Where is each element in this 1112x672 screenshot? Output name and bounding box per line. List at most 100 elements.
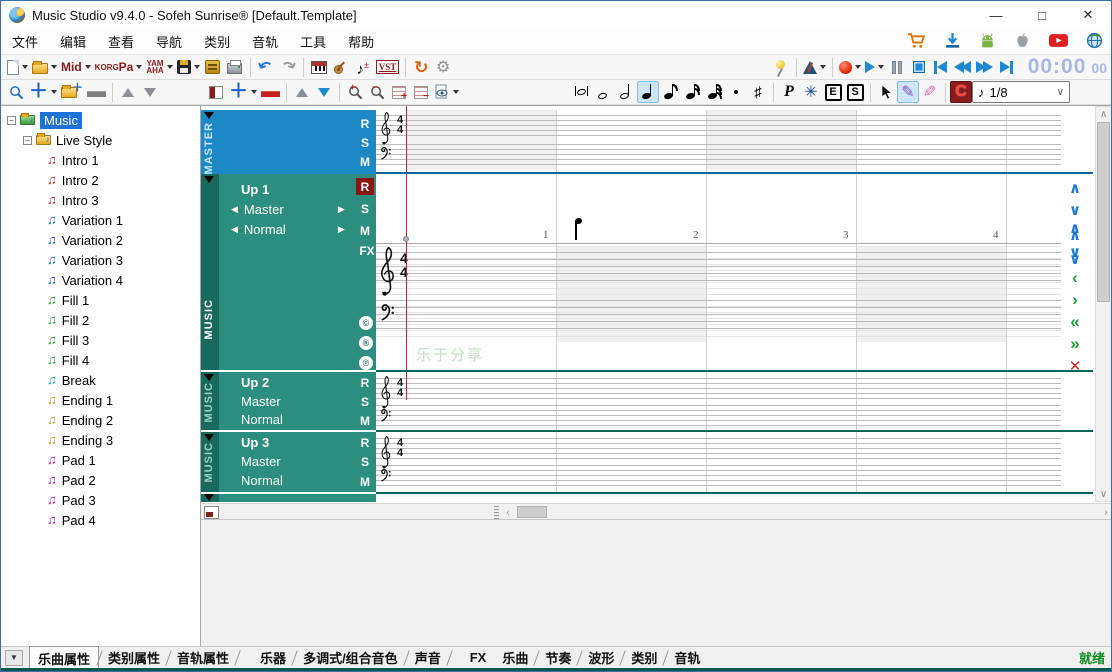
up2-mute-button[interactable]: M <box>356 412 374 429</box>
vst-button[interactable]: VST <box>374 56 402 78</box>
tree-node-live-style[interactable]: − ♪ Live Style <box>1 130 200 150</box>
up2-record-button[interactable]: R <box>356 374 374 391</box>
yamaha-button[interactable]: YAMAHA <box>144 56 174 78</box>
tab-list-dropdown[interactable]: ▼ <box>5 650 23 666</box>
midi-button[interactable]: Mid <box>59 56 93 78</box>
right-arrow-icon[interactable]: ▶ <box>338 204 345 215</box>
korg-pa-button[interactable]: KORGPa <box>93 56 145 78</box>
track-panel-button[interactable] <box>205 81 227 103</box>
guitar-button[interactable] <box>330 56 352 78</box>
view-options-button[interactable] <box>432 81 461 103</box>
tab-rhythm[interactable]: 节奏 <box>537 646 579 669</box>
menu-category[interactable]: 类别 <box>193 28 241 55</box>
up1-mute-button[interactable]: M <box>356 222 374 239</box>
add-folder-button[interactable]: ＋ <box>59 81 85 103</box>
menu-file[interactable]: 文件 <box>1 28 49 55</box>
note-eighth-button[interactable] <box>659 81 681 103</box>
up1-track-header[interactable]: MUSIC Up 1 ◀Master▶ ◀Normal▶ R S M FX © … <box>201 174 376 370</box>
menu-navigate[interactable]: 导航 <box>145 28 193 55</box>
snap-value-select[interactable]: ♪ 1/8 ∨ <box>972 81 1070 103</box>
undo-button[interactable] <box>255 56 277 78</box>
move-note-up-button[interactable]: ∧ <box>1063 178 1087 198</box>
fast-forward-button[interactable] <box>974 56 996 78</box>
tree-item[interactable]: ♫Intro 1 <box>1 150 200 170</box>
zoom-out-button[interactable]: − <box>366 81 388 103</box>
tree-item[interactable]: ♫Variation 1 <box>1 210 200 230</box>
collapse-triangle-icon[interactable] <box>204 494 214 501</box>
find-button[interactable] <box>5 81 27 103</box>
zoom-in-button[interactable]: + <box>344 81 366 103</box>
note-quarter-button[interactable] <box>637 81 659 103</box>
track-name[interactable]: Up 1 <box>241 182 269 197</box>
track-bus-selector[interactable]: ◀Master▶ <box>225 202 351 217</box>
up3-record-button[interactable]: R <box>356 434 374 451</box>
tree-item[interactable]: ♫Pad 2 <box>1 470 200 490</box>
collapse-box-icon[interactable]: − <box>7 116 16 125</box>
master-record-button[interactable]: R <box>356 115 374 132</box>
track-mode-selector[interactable]: ◀Normal▶ <box>225 222 351 237</box>
delete-note-button[interactable]: ✕ <box>1063 356 1087 376</box>
tab-fx[interactable]: FX <box>462 648 495 667</box>
move-far-left-button[interactable]: « <box>1063 312 1087 332</box>
select-tool-button[interactable] <box>875 81 897 103</box>
note-whole-button[interactable] <box>593 81 615 103</box>
menu-help[interactable]: 帮助 <box>337 28 385 55</box>
snap-magnet-button[interactable]: C <box>950 81 972 103</box>
remove-item-button[interactable]: ▬ <box>85 81 108 103</box>
pause-button[interactable] <box>886 56 908 78</box>
up3-track-header[interactable]: MUSIC Up 3 Master Normal R S M <box>201 432 376 492</box>
up1-fx-button[interactable]: FX <box>358 242 376 259</box>
move-track-up-button[interactable] <box>291 81 313 103</box>
stop-button[interactable] <box>908 56 930 78</box>
menu-edit[interactable]: 编辑 <box>49 28 97 55</box>
expand-rows-button[interactable]: + <box>388 81 410 103</box>
move-octave-down-button[interactable]: ∨∨ <box>1063 246 1087 266</box>
track-name[interactable]: Up 2 <box>241 375 269 390</box>
tab-instrument[interactable]: 乐器 <box>252 646 294 669</box>
rewind-button[interactable] <box>952 56 974 78</box>
minimize-button[interactable]: — <box>973 1 1019 29</box>
tree-item[interactable]: ♫Fill 4 <box>1 350 200 370</box>
sharp-button[interactable]: ♯ <box>747 81 769 103</box>
remove-track-button[interactable]: ▬ <box>259 81 282 103</box>
tree-item[interactable]: ♫Fill 3 <box>1 330 200 350</box>
right-arrow-icon[interactable]: ▶ <box>338 224 345 235</box>
sostenuto-button[interactable]: S <box>844 81 866 103</box>
maximize-button[interactable]: □ <box>1019 1 1065 29</box>
copyright-mark[interactable]: © <box>359 316 373 330</box>
horizontal-scrollbar[interactable]: ‹ › <box>501 505 1112 519</box>
step-back-button[interactable] <box>930 56 952 78</box>
tree-item-label[interactable]: Pad 2 <box>62 473 96 488</box>
tree-item-label[interactable]: Variation 2 <box>62 233 123 248</box>
tree-item-label[interactable]: Fill 1 <box>62 293 89 308</box>
tab-song-properties[interactable]: 乐曲属性 <box>29 646 99 670</box>
android-icon[interactable] <box>979 32 996 49</box>
tree-item-label[interactable]: Pad 3 <box>62 493 96 508</box>
move-right-button[interactable]: › <box>1063 290 1087 310</box>
pedal-button[interactable]: P <box>778 81 800 103</box>
scroll-up-arrow[interactable]: ∧ <box>1096 107 1111 121</box>
collapse-triangle-icon[interactable] <box>204 434 214 441</box>
playhead[interactable] <box>406 106 407 400</box>
tree-item-label[interactable]: Fill 3 <box>62 333 89 348</box>
tree-item[interactable]: ♫Variation 2 <box>1 230 200 250</box>
new-file-button[interactable] <box>5 56 30 78</box>
youtube-icon[interactable] <box>1049 33 1068 48</box>
partial-track-header[interactable] <box>201 494 376 502</box>
apple-icon[interactable] <box>1014 32 1031 49</box>
vertical-scroll-thumb[interactable] <box>1097 122 1110 302</box>
left-arrow-icon[interactable]: ◀ <box>231 224 238 235</box>
globe-icon[interactable] <box>1086 32 1103 49</box>
collapse-rows-button[interactable]: − <box>410 81 432 103</box>
tree-item[interactable]: ♫Variation 3 <box>1 250 200 270</box>
collapse-triangle-icon[interactable] <box>204 374 214 381</box>
tree-item-label[interactable]: Pad 1 <box>62 453 96 468</box>
tab-track[interactable]: 音轨 <box>666 646 708 669</box>
move-item-up-button[interactable] <box>117 81 139 103</box>
tree-item[interactable]: ♫Fill 2 <box>1 310 200 330</box>
add-item-button[interactable]: ＋ <box>27 81 59 103</box>
move-note-down-button[interactable]: ∨ <box>1063 200 1087 220</box>
tree-item-label[interactable]: Intro 2 <box>62 173 99 188</box>
left-arrow-icon[interactable]: ◀ <box>231 204 238 215</box>
print-button[interactable] <box>224 56 246 78</box>
